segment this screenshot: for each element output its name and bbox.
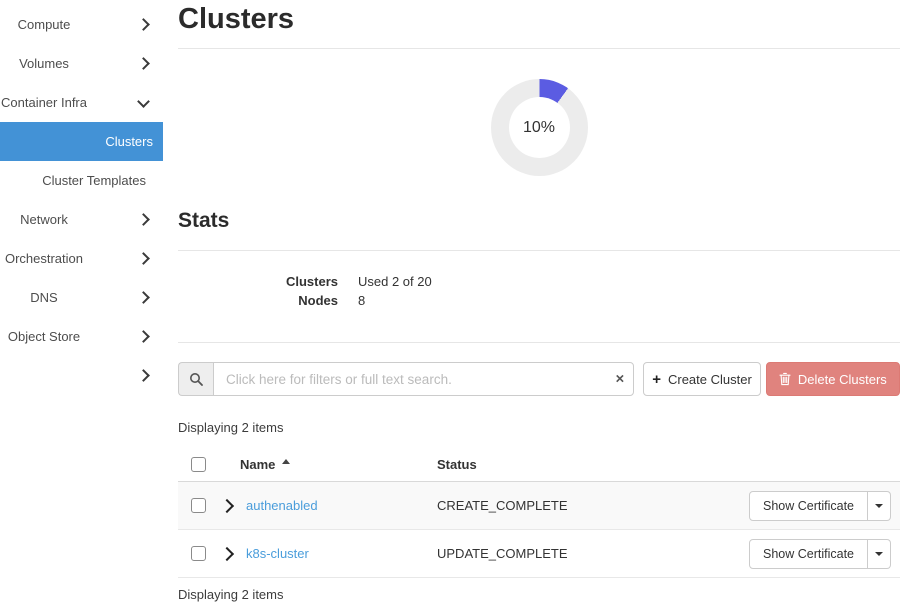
expand-row-icon[interactable] — [220, 547, 234, 561]
stats-heading: Stats — [178, 209, 900, 233]
chevron-right-icon — [139, 20, 148, 29]
sidebar-item-compute[interactable]: Compute — [0, 5, 163, 44]
sidebar-item-container-infra[interactable]: Container Infra — [0, 83, 163, 122]
cluster-name-link[interactable]: authenabled — [246, 498, 318, 513]
sidebar-item-orchestration[interactable]: Orchestration — [0, 239, 163, 278]
caret-down-icon — [875, 552, 883, 556]
chevron-right-icon — [139, 293, 148, 302]
sidebar: Compute Volumes Container Infra Clusters… — [0, 0, 163, 395]
chevron-right-icon — [139, 254, 148, 263]
chevron-right-icon — [139, 332, 148, 341]
sidebar-item-label: Clusters — [105, 134, 153, 149]
column-header-status[interactable]: Status — [437, 457, 740, 472]
stats-divider — [178, 250, 900, 251]
sidebar-item-object-store[interactable]: Object Store — [0, 317, 163, 356]
show-certificate-button[interactable]: Show Certificate — [749, 539, 868, 569]
section-divider — [178, 342, 900, 343]
table-toolbar: × + Create Cluster Delete Clusters — [178, 362, 900, 396]
stat-row-nodes: Nodes 8 — [178, 291, 900, 310]
chevron-right-icon — [139, 371, 148, 380]
usage-donut-chart: 10% — [491, 79, 588, 176]
sidebar-item-dns[interactable]: DNS — [0, 278, 163, 317]
search-input-wrap: × — [213, 362, 634, 396]
sidebar-item-network[interactable]: Network — [0, 200, 163, 239]
sidebar-item-label: Network — [0, 212, 88, 227]
sort-ascending-icon — [282, 459, 290, 464]
search-input[interactable] — [213, 362, 634, 396]
column-header-name[interactable]: Name — [240, 457, 275, 472]
show-certificate-button[interactable]: Show Certificate — [749, 491, 868, 521]
actions-dropdown-toggle[interactable] — [868, 539, 891, 569]
stat-value: Used 2 of 20 — [358, 272, 432, 291]
sidebar-item-label: Compute — [0, 17, 88, 32]
chevron-down-icon — [139, 100, 148, 106]
usage-chart-section: 10% — [178, 79, 900, 176]
sidebar-item-label: Cluster Templates — [42, 173, 146, 188]
create-cluster-label: Create Cluster — [668, 372, 752, 387]
search-bar: × — [178, 362, 634, 396]
row-checkbox[interactable] — [191, 498, 206, 513]
stat-label: Nodes — [178, 291, 338, 310]
stat-row-clusters: Clusters Used 2 of 20 — [178, 272, 900, 291]
actions-dropdown-toggle[interactable] — [868, 491, 891, 521]
items-count-bottom: Displaying 2 items — [178, 587, 900, 602]
row-actions: Show Certificate — [749, 491, 891, 521]
row-actions: Show Certificate — [749, 539, 891, 569]
sidebar-item-label: Volumes — [0, 56, 88, 71]
table-row: authenabled CREATE_COMPLETE Show Certifi… — [178, 482, 900, 530]
chevron-right-icon — [139, 215, 148, 224]
trash-icon — [779, 372, 791, 386]
cluster-status: CREATE_COMPLETE — [437, 498, 740, 513]
sidebar-item-label: Object Store — [0, 329, 88, 344]
sidebar-item-label: Orchestration — [0, 251, 88, 266]
items-count-top: Displaying 2 items — [178, 420, 900, 435]
title-divider — [178, 48, 900, 49]
sidebar-item-cluster-templates[interactable]: Cluster Templates — [0, 161, 163, 200]
create-cluster-button[interactable]: + Create Cluster — [643, 362, 760, 396]
clusters-table: Name Status authenabled CREATE_COMPLETE … — [178, 448, 900, 578]
row-checkbox[interactable] — [191, 546, 206, 561]
caret-down-icon — [875, 504, 883, 508]
select-all-checkbox[interactable] — [191, 457, 206, 472]
chevron-right-icon — [139, 59, 148, 68]
table-row: k8s-cluster UPDATE_COMPLETE Show Certifi… — [178, 530, 900, 578]
clear-search-icon[interactable]: × — [616, 372, 625, 387]
main-content: Clusters 10% Stats Clusters Used 2 of 20… — [178, 0, 900, 602]
expand-row-icon[interactable] — [220, 499, 234, 513]
stats-list: Clusters Used 2 of 20 Nodes 8 — [178, 272, 900, 310]
delete-clusters-label: Delete Clusters — [798, 372, 887, 387]
sidebar-item-blank[interactable] — [0, 356, 163, 395]
search-icon[interactable] — [178, 362, 213, 396]
stat-value: 8 — [358, 291, 365, 310]
sidebar-item-label: Container Infra — [0, 95, 88, 110]
plus-icon: + — [652, 372, 661, 387]
delete-clusters-button[interactable]: Delete Clusters — [766, 362, 900, 396]
sidebar-item-clusters[interactable]: Clusters — [0, 122, 163, 161]
sidebar-item-volumes[interactable]: Volumes — [0, 44, 163, 83]
table-header-row: Name Status — [178, 448, 900, 482]
cluster-name-link[interactable]: k8s-cluster — [246, 546, 309, 561]
cluster-status: UPDATE_COMPLETE — [437, 546, 740, 561]
stat-label: Clusters — [178, 272, 338, 291]
page-title: Clusters — [178, 3, 900, 36]
sidebar-item-label: DNS — [0, 290, 88, 305]
donut-center-label: 10% — [509, 97, 570, 158]
